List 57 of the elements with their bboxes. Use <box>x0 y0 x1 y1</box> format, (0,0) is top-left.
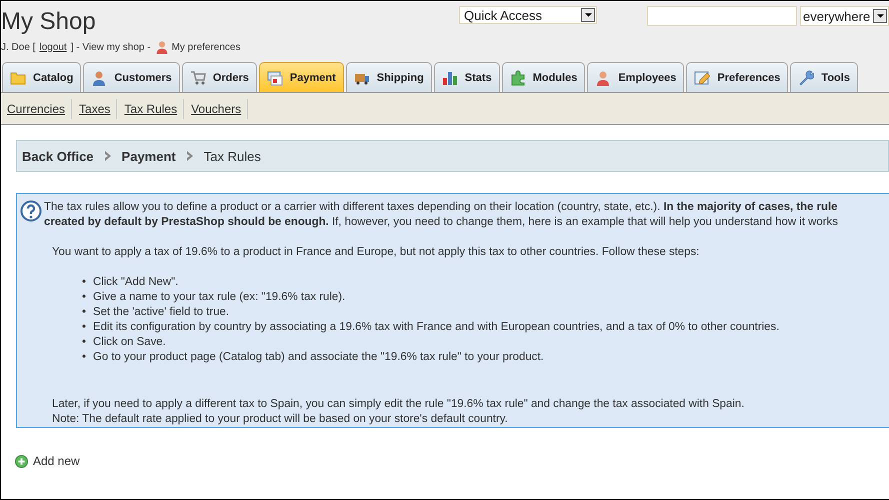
bar-chart-icon <box>442 70 458 86</box>
cart-icon <box>190 70 206 86</box>
pencil-icon <box>694 70 710 86</box>
user-bar-text: J. Doe [ <box>1 42 36 52</box>
info-text: created by default by PrestaShop should be enough. If, however, you need to change them, here is an example that will help you understand how it works <box>44 215 838 230</box>
nav-tab[interactable]: Employees <box>587 62 684 92</box>
nav-tab[interactable]: Customers <box>83 62 180 92</box>
add-new-link[interactable]: Add new <box>15 454 80 468</box>
subtab-link[interactable]: Taxes <box>79 98 118 118</box>
nav-tab[interactable]: Catalog <box>2 62 82 92</box>
step-item: Go to your product page (Catalog tab) and associate the "19.6% tax rule" to your product. <box>93 350 544 365</box>
person-icon <box>91 70 108 86</box>
breadcrumb-item[interactable]: Back Office <box>22 148 94 164</box>
wrench-icon <box>798 70 814 86</box>
puzzle-icon <box>510 70 526 86</box>
search-field[interactable] <box>647 6 797 26</box>
bullet: • <box>82 320 86 335</box>
nav-tab[interactable]: Orders <box>182 62 257 92</box>
step-item: Click on Save. <box>93 335 166 350</box>
plus-icon <box>15 454 28 468</box>
breadcrumb-item[interactable]: Payment <box>122 148 176 164</box>
step-item: Set the 'active' field to true. <box>93 305 230 320</box>
bullet: • <box>82 335 86 350</box>
bullet: • <box>82 275 86 290</box>
folder-icon <box>10 70 26 86</box>
chevron-icon <box>186 151 194 161</box>
card-icon <box>266 70 283 86</box>
nav-tab[interactable]: Tools <box>790 62 858 92</box>
preferences-link[interactable]: My preferences <box>172 42 240 52</box>
step-item: Give a name to your tax rule (ex: "19.6% tax rule). <box>93 290 346 305</box>
bullet: • <box>82 305 86 320</box>
person-icon <box>154 40 169 54</box>
step-item: Edit its configuration by country by associating a 19.6% tax with France and with European countries, and a tax of 0% to other countries. <box>93 320 780 335</box>
step-item: Click "Add New". <box>93 275 178 290</box>
search-scope-dropdown[interactable]: everywhere <box>800 6 889 26</box>
nav-tab[interactable]: Payment <box>258 62 344 92</box>
info-text: Note: The default rate applied to your product will be based on your store's default country. <box>52 412 509 427</box>
chevron-icon <box>104 151 112 161</box>
help-icon <box>20 200 42 222</box>
logout-link[interactable]: logout <box>39 42 67 52</box>
breadcrumb-item: Tax Rules <box>204 148 261 164</box>
info-text: The tax rules allow you to define a product or a carrier with different taxes depending on their location (country, state, etc.). In the majority of cases, the rule <box>44 200 838 215</box>
person-icon <box>595 70 612 86</box>
shop-title: My Shop <box>1 8 97 36</box>
subtab-link[interactable]: Tax Rules <box>124 98 184 118</box>
nav-tab[interactable]: Modules <box>502 62 586 92</box>
user-bar-text: ] - View my shop - <box>70 42 151 52</box>
subtab-link[interactable]: Currencies <box>7 98 72 118</box>
bullet: • <box>82 290 86 305</box>
info-text: You want to apply a tax of 19.6% to a product in France and Europe, but not apply this tax to other countries. Follow these steps: <box>52 245 700 260</box>
nav-tab[interactable]: Stats <box>434 62 500 92</box>
info-text: Later, if you need to apply a different tax to Spain, you can simply edit the rule "19.6% tax rule" and change the tax associated with Spain. <box>52 397 746 412</box>
nav-tab[interactable]: Preferences <box>686 62 788 92</box>
bullet: • <box>82 350 86 365</box>
nav-tab[interactable]: Shipping <box>346 62 432 92</box>
subtab-link[interactable]: Vouchers <box>191 98 248 118</box>
quick-access-dropdown[interactable]: Quick Access <box>459 6 597 24</box>
